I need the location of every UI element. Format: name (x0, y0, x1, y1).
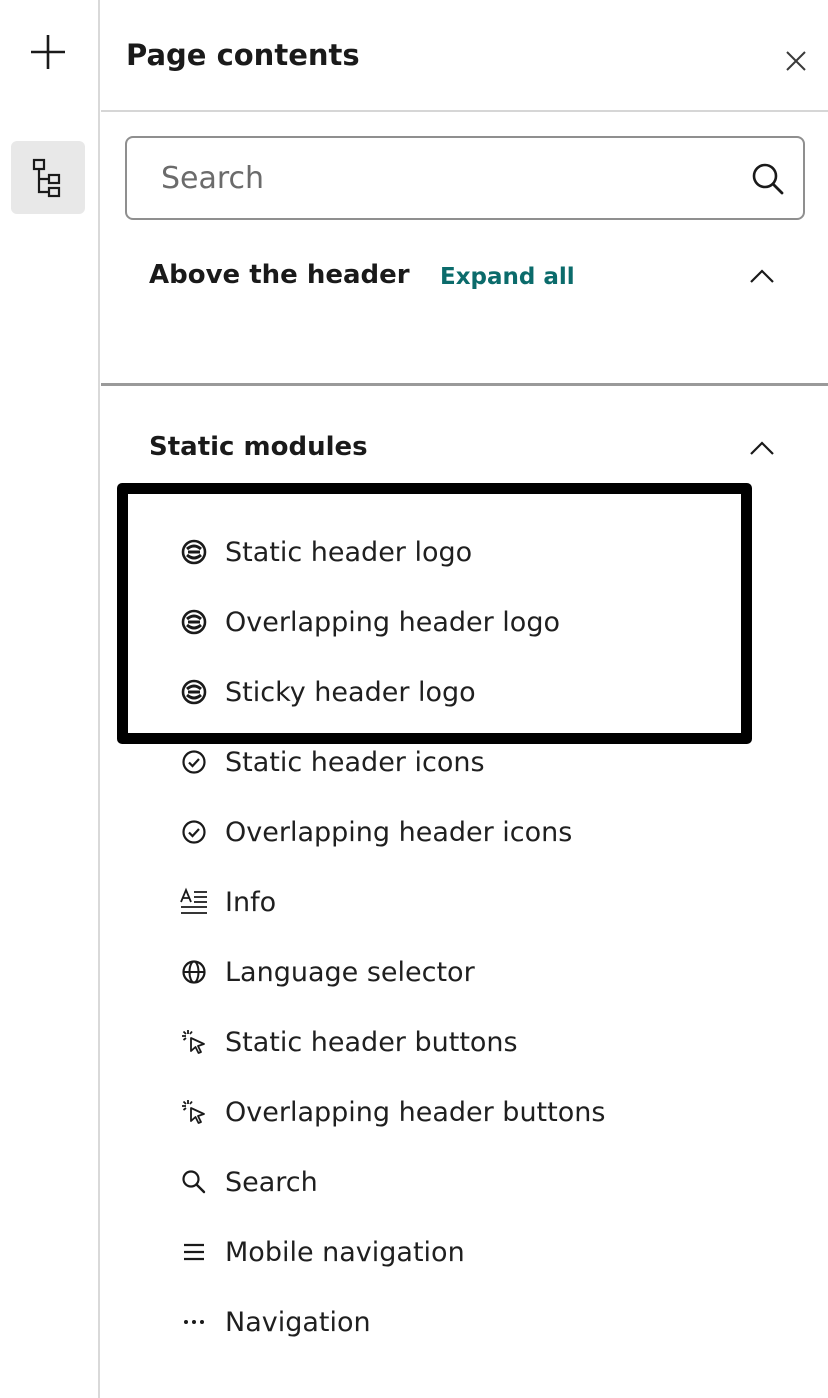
list-item-label: Mobile navigation (225, 1236, 465, 1268)
more-dots-icon (179, 1307, 209, 1337)
list-item-label: Language selector (225, 956, 475, 988)
list-item-info[interactable]: Info (179, 880, 276, 924)
list-item-label: Info (225, 886, 277, 918)
list-item-static-header-buttons[interactable]: Static header buttons (179, 1020, 518, 1064)
list-item-label: Static header icons (225, 746, 485, 778)
expand-all-link[interactable]: Expand all (440, 264, 575, 290)
search-input[interactable] (161, 154, 721, 202)
list-item-label: Static header buttons (225, 1026, 518, 1058)
page-contents-panel: Page contents Above the header Expand al… (101, 0, 828, 1398)
tree-structure-icon[interactable] (11, 141, 85, 214)
close-icon[interactable] (785, 50, 807, 72)
cursor-click-icon (179, 1027, 209, 1057)
list-item-label: Navigation (225, 1306, 371, 1338)
list-item-language-selector[interactable]: Language selector (179, 950, 475, 994)
panel-title: Page contents (126, 38, 360, 72)
text-format-icon (179, 887, 209, 917)
list-item-label: Search (225, 1166, 318, 1198)
list-item-overlapping-header-icons[interactable]: Overlapping header icons (179, 810, 572, 854)
check-circle-icon (179, 817, 209, 847)
left-rail (0, 0, 100, 1398)
search-field[interactable] (125, 136, 805, 220)
section-title-static-modules: Static modules (149, 432, 368, 462)
list-item-label: Overlapping header icons (225, 816, 573, 848)
list-item-static-header-icons[interactable]: Static header icons (179, 740, 485, 784)
list-item-navigation[interactable]: Navigation (179, 1300, 371, 1344)
hamburger-menu-icon (179, 1237, 209, 1267)
section-divider (101, 383, 828, 386)
highlight-box (117, 483, 752, 744)
chevron-up-icon[interactable] (749, 268, 775, 284)
plus-icon[interactable] (28, 32, 68, 72)
list-item-overlapping-header-buttons[interactable]: Overlapping header buttons (179, 1090, 605, 1134)
list-item-mobile-navigation[interactable]: Mobile navigation (179, 1230, 465, 1274)
list-item-search[interactable]: Search (179, 1160, 318, 1204)
search-icon (179, 1167, 209, 1197)
header-divider (101, 110, 828, 112)
chevron-up-icon[interactable] (749, 440, 775, 456)
list-item-label: Overlapping header buttons (225, 1096, 606, 1128)
search-icon[interactable] (751, 162, 785, 196)
check-circle-icon (179, 747, 209, 777)
section-title-above-header: Above the header (149, 260, 410, 290)
globe-icon (179, 957, 209, 987)
cursor-click-icon (179, 1097, 209, 1127)
